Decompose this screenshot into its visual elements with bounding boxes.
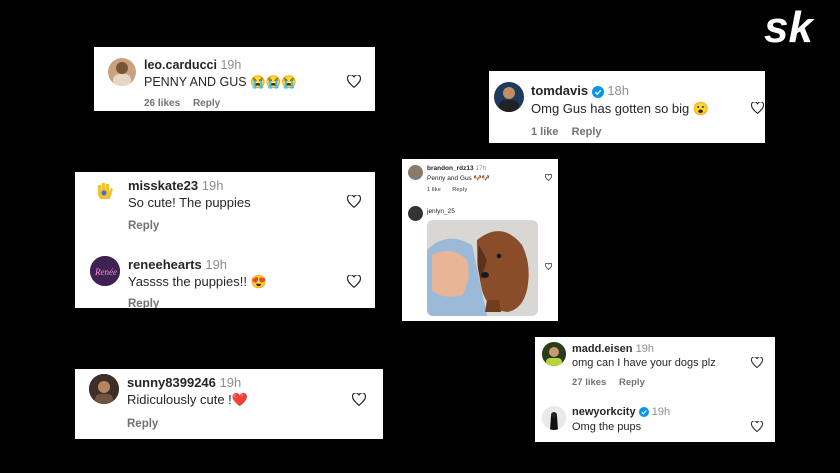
reply-link[interactable]: Reply: [572, 126, 602, 138]
comment-reneehearts: Renée reneehearts 19h Yassss the puppies…: [75, 254, 375, 308]
svg-text:Renée: Renée: [94, 267, 117, 277]
comment-card-misskate: misskate23 19h So cute! The puppies Repl…: [75, 172, 375, 308]
username[interactable]: newyorkcity: [572, 406, 636, 418]
likes-count[interactable]: 27 likes: [572, 377, 606, 388]
avatar[interactable]: [108, 58, 136, 86]
heart-icon[interactable]: [347, 275, 361, 288]
comment-text: Ridiculously cute !❤️: [127, 392, 248, 407]
reply-link[interactable]: Reply: [452, 187, 467, 193]
username[interactable]: tomdavis: [531, 83, 588, 98]
logo-text: sk: [764, 6, 815, 48]
timestamp: 19h: [205, 257, 228, 272]
likes-count[interactable]: 1 like: [427, 187, 441, 193]
comment-newyorkcity: newyorkcity 19h Omg the pups: [535, 403, 775, 441]
verified-badge-icon: [591, 85, 604, 98]
sk-logo: sk: [764, 6, 815, 48]
likes-count[interactable]: 26 likes: [144, 98, 180, 109]
timestamp: 19h: [635, 343, 654, 355]
heart-icon[interactable]: [352, 393, 366, 406]
username[interactable]: brandon_rdz13: [427, 165, 474, 172]
comment-text: Penny and Gus 🐶🐶: [427, 175, 490, 182]
comment-text: Omg Gus has gotten so big 😮: [531, 101, 710, 116]
avatar[interactable]: [408, 206, 423, 221]
reply-link[interactable]: Reply: [619, 377, 645, 388]
timestamp: 19h: [651, 406, 671, 418]
avatar[interactable]: [494, 82, 524, 112]
comment-misskate23: misskate23 19h So cute! The puppies Repl…: [75, 172, 375, 242]
avatar[interactable]: Renée: [90, 256, 120, 286]
avatar[interactable]: [542, 406, 566, 430]
heart-icon[interactable]: [545, 174, 552, 181]
heart-icon[interactable]: [347, 75, 361, 88]
username[interactable]: madd.eisen: [572, 343, 633, 355]
comment-madd-eisen: madd.eisen 19h omg can I have your dogs …: [535, 337, 775, 392]
comment-card-tomdavis: tomdavis 18h Omg Gus has gotten so big 😮…: [489, 71, 765, 143]
puppy-photo[interactable]: [427, 220, 538, 316]
likes-count[interactable]: 1 like: [531, 126, 559, 138]
comment-card-leo: leo.carducci 19h PENNY AND GUS 😭😭😭 26 li…: [94, 47, 375, 111]
comment-text: Omg the pups: [572, 421, 642, 433]
heart-icon[interactable]: [751, 102, 764, 114]
timestamp: 18h: [607, 83, 630, 98]
reply-link[interactable]: Reply: [193, 98, 220, 109]
timestamp: 19h: [220, 58, 242, 72]
username[interactable]: sunny8399246: [127, 375, 216, 390]
comment-card-brandon: brandon_rdz13 17h Penny and Gus 🐶🐶 1 lik…: [402, 159, 558, 321]
reply-link[interactable]: Reply: [128, 298, 159, 308]
comment-text: Yassss the puppies!! 😍: [128, 274, 267, 289]
reply-link[interactable]: Reply: [127, 418, 158, 430]
avatar[interactable]: [408, 165, 423, 180]
avatar[interactable]: [542, 342, 566, 366]
heart-icon[interactable]: [347, 195, 361, 208]
comment-text: omg can I have your dogs plz: [572, 357, 716, 369]
timestamp: 19h: [201, 178, 224, 193]
timestamp: 17h: [475, 165, 487, 172]
avatar[interactable]: [90, 177, 120, 207]
comment-card-madd: madd.eisen 19h omg can I have your dogs …: [535, 337, 775, 442]
timestamp: 19h: [219, 375, 242, 390]
heart-icon[interactable]: [751, 357, 763, 368]
username[interactable]: jenlyn_25: [427, 208, 455, 215]
comment-card-sunny: sunny8399246 19h Ridiculously cute !❤️ R…: [75, 369, 383, 439]
heart-icon[interactable]: [545, 263, 552, 270]
verified-badge-icon: [638, 407, 649, 418]
username[interactable]: reneehearts: [128, 257, 202, 272]
comment-text: PENNY AND GUS 😭😭😭: [144, 75, 297, 89]
username[interactable]: misskate23: [128, 178, 198, 193]
reply-link[interactable]: Reply: [128, 220, 159, 232]
heart-icon[interactable]: [751, 421, 763, 432]
username[interactable]: leo.carducci: [144, 58, 217, 72]
comment-text: So cute! The puppies: [128, 195, 251, 210]
avatar[interactable]: [89, 374, 119, 404]
